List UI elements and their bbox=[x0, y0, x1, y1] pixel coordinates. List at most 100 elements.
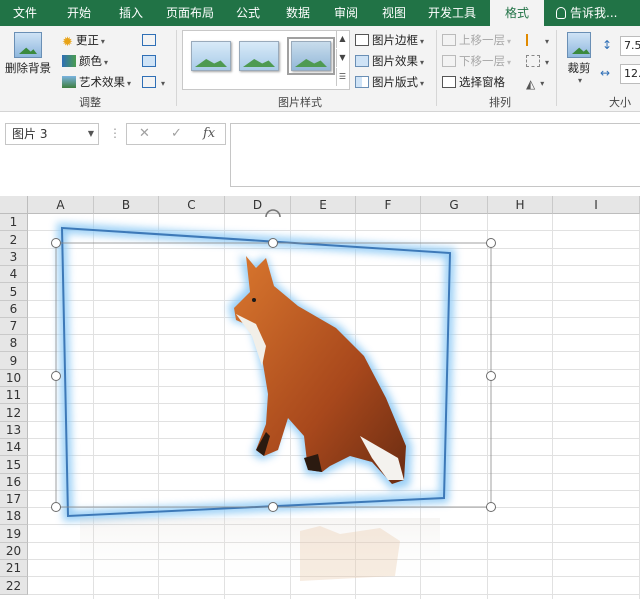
resize-handle-bottom[interactable] bbox=[268, 502, 278, 512]
ribbon-tab-bar: 文件 开始 插入 页面布局 公式 数据 审阅 视图 开发工具 格式 告诉我... bbox=[0, 0, 640, 26]
tab-file[interactable]: 文件 bbox=[4, 0, 46, 26]
resize-handle-right[interactable] bbox=[486, 371, 496, 381]
chevron-down-icon: ▾ bbox=[420, 79, 425, 88]
tab-formulas[interactable]: 公式 bbox=[226, 0, 270, 26]
send-backward-label: 下移一层 bbox=[459, 54, 505, 68]
tell-me-box[interactable]: 告诉我... bbox=[556, 0, 617, 26]
chevron-down-icon: ▾ bbox=[420, 37, 425, 46]
chevron-down-icon: ▾ bbox=[577, 76, 582, 85]
style-thumbnail-1[interactable] bbox=[191, 41, 231, 71]
group-button[interactable]: ▾ bbox=[526, 51, 549, 71]
compress-icon bbox=[142, 34, 156, 46]
change-picture-icon bbox=[142, 55, 156, 67]
tab-page-layout[interactable]: 页面布局 bbox=[160, 0, 220, 26]
picture-border-label: 图片边框 bbox=[372, 33, 418, 47]
picture-border-button[interactable]: 图片边框 ▾ bbox=[355, 30, 424, 50]
chevron-down-icon: ▾ bbox=[104, 58, 109, 67]
artistic-effects-icon bbox=[62, 76, 76, 88]
group-separator bbox=[176, 30, 177, 106]
splitter-dots[interactable]: ⋮ bbox=[109, 126, 121, 140]
tell-me-label: 告诉我... bbox=[570, 6, 618, 20]
bring-forward-icon bbox=[442, 34, 456, 46]
effects-icon bbox=[355, 55, 369, 67]
rotate-button[interactable]: ◭ ▾ bbox=[526, 72, 544, 92]
send-backward-button[interactable]: 下移一层 ▾ bbox=[442, 51, 511, 71]
bring-forward-button[interactable]: 上移一层 ▾ bbox=[442, 30, 511, 50]
width-input[interactable]: 12.5 bbox=[620, 64, 640, 84]
ribbon: 删除背景 ✹ 更正 ▾ 颜色 ▾ 艺术效果 ▾ ▾ 调整 ▲ ▼ ☰ 图片边框 ▾ 图片效… bbox=[0, 26, 640, 112]
tab-format[interactable]: 格式 bbox=[490, 0, 544, 26]
enter-icon[interactable]: ✓ bbox=[171, 126, 182, 141]
group-icon bbox=[526, 55, 540, 67]
formula-input[interactable] bbox=[230, 123, 640, 187]
bring-forward-label: 上移一层 bbox=[459, 33, 505, 47]
style-thumbnail-2[interactable] bbox=[239, 41, 279, 71]
formula-bar-area: 图片 3 ▼ ⋮ ✕ ✓ fx bbox=[0, 113, 640, 189]
resize-handle-top[interactable] bbox=[268, 238, 278, 248]
insert-function-icon[interactable]: fx bbox=[203, 126, 215, 141]
selection-pane-button[interactable]: 选择窗格 bbox=[442, 72, 505, 92]
chevron-down-icon[interactable]: ▼ bbox=[88, 124, 94, 144]
layout-icon bbox=[355, 76, 369, 88]
resize-handle-top-left[interactable] bbox=[51, 238, 61, 248]
chevron-down-icon: ▾ bbox=[540, 79, 545, 88]
adjust-group-label: 调整 bbox=[79, 96, 101, 109]
remove-background-label: 删除背景 bbox=[5, 61, 51, 75]
resize-handle-left[interactable] bbox=[51, 371, 61, 381]
tab-view[interactable]: 视图 bbox=[374, 0, 414, 26]
cancel-icon[interactable]: ✕ bbox=[139, 126, 150, 141]
gallery-down-arrow[interactable]: ▼ bbox=[336, 49, 348, 67]
lightbulb-icon bbox=[556, 7, 566, 19]
tab-insert[interactable]: 插入 bbox=[108, 0, 154, 26]
remove-background-button[interactable]: 删除背景 bbox=[4, 32, 52, 76]
selection-pane-icon bbox=[442, 76, 456, 88]
tab-data[interactable]: 数据 bbox=[276, 0, 320, 26]
arrange-group-label: 排列 bbox=[489, 96, 511, 109]
color-button[interactable]: 颜色 ▾ bbox=[62, 51, 108, 71]
chevron-down-icon: ▾ bbox=[507, 58, 512, 67]
style-thumbnail-3[interactable] bbox=[287, 37, 335, 75]
crop-button[interactable]: 裁剪 ▾ bbox=[562, 32, 596, 85]
rotate-handle-icon[interactable] bbox=[265, 209, 281, 218]
picture-layout-label: 图片版式 bbox=[372, 75, 418, 89]
resize-handle-top-right[interactable] bbox=[486, 238, 496, 248]
chevron-down-icon: ▾ bbox=[507, 37, 512, 46]
crop-label: 裁剪 bbox=[567, 61, 591, 75]
resize-handle-bottom-right[interactable] bbox=[486, 502, 496, 512]
align-button[interactable]: ▾ bbox=[526, 30, 549, 50]
tab-home[interactable]: 开始 bbox=[56, 0, 102, 26]
group-separator bbox=[556, 30, 557, 106]
reset-picture-button[interactable]: ▾ bbox=[142, 72, 165, 92]
color-icon bbox=[62, 55, 76, 67]
change-picture-button[interactable] bbox=[142, 51, 159, 71]
height-input[interactable]: 7.57 bbox=[620, 36, 640, 56]
corrections-button[interactable]: ✹ 更正 ▾ bbox=[62, 30, 105, 50]
gallery-up-arrow[interactable]: ▲ bbox=[336, 30, 348, 48]
name-box[interactable]: 图片 3 ▼ bbox=[5, 123, 99, 145]
fox-picture[interactable] bbox=[0, 196, 640, 599]
formula-controls: ✕ ✓ fx bbox=[126, 123, 226, 145]
chevron-down-icon: ▾ bbox=[420, 58, 425, 67]
name-box-value: 图片 3 bbox=[12, 127, 48, 141]
corrections-label: 更正 bbox=[75, 33, 99, 47]
worksheet-grid[interactable]: ABCDEFGHI 1 2 3 4 5 6 7 8 9 10 11 12 13 14 15 16 17 18 19 2… bbox=[0, 196, 640, 599]
crop-icon bbox=[567, 32, 591, 58]
picture-styles-gallery bbox=[182, 30, 350, 90]
fox-reflection bbox=[300, 526, 400, 581]
selection-pane-label: 选择窗格 bbox=[459, 75, 505, 89]
artistic-effects-button[interactable]: 艺术效果 ▾ bbox=[62, 72, 131, 92]
tab-developer[interactable]: 开发工具 bbox=[420, 0, 484, 26]
artistic-effects-label: 艺术效果 bbox=[79, 75, 125, 89]
color-label: 颜色 bbox=[79, 54, 102, 68]
chevron-down-icon: ▾ bbox=[545, 37, 550, 46]
compress-pictures-button[interactable] bbox=[142, 30, 159, 50]
picture-layout-button[interactable]: 图片版式 ▾ bbox=[355, 72, 424, 92]
border-icon bbox=[355, 34, 369, 46]
tab-review[interactable]: 审阅 bbox=[326, 0, 366, 26]
picture-styles-group-label: 图片样式 bbox=[278, 96, 322, 109]
group-separator bbox=[436, 30, 437, 106]
picture-effects-button[interactable]: 图片效果 ▾ bbox=[355, 51, 424, 71]
gallery-more-arrow[interactable]: ☰ bbox=[336, 68, 348, 86]
resize-handle-bottom-left[interactable] bbox=[51, 502, 61, 512]
rotate-icon: ◭ bbox=[526, 77, 536, 91]
